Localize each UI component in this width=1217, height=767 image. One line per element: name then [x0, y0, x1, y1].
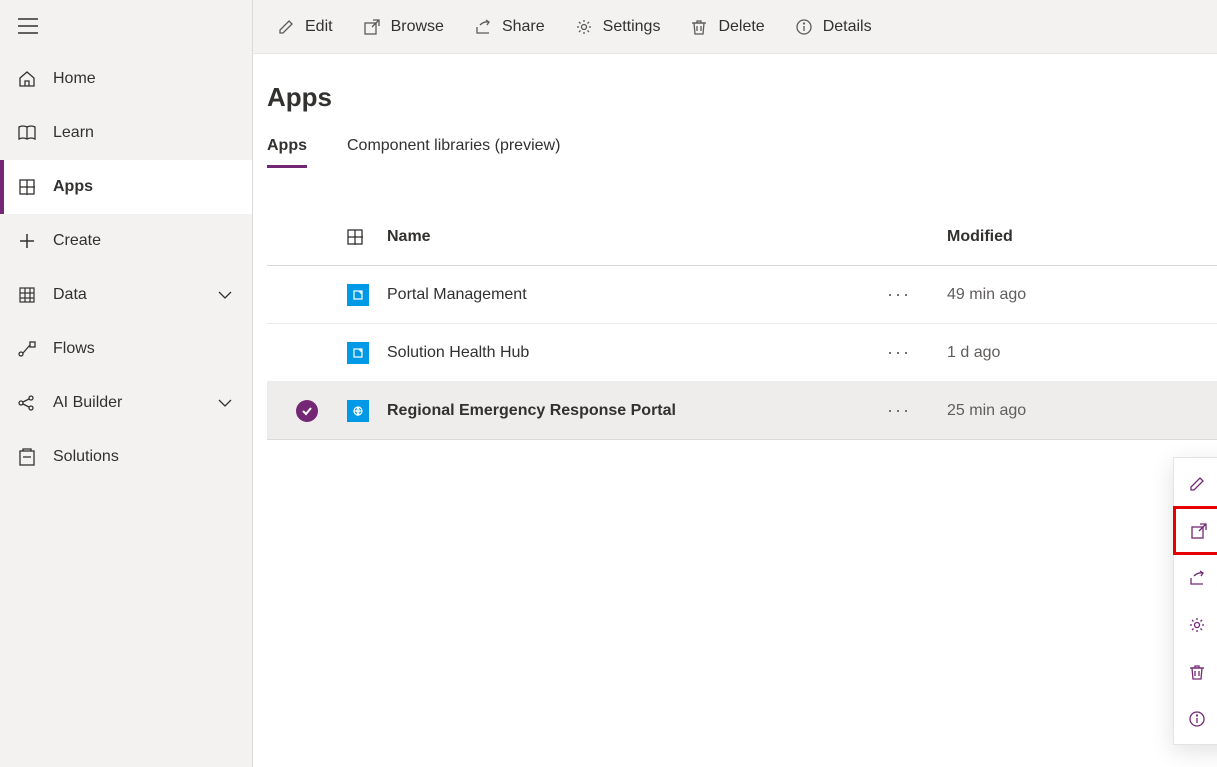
edit-icon: [277, 18, 295, 36]
app-name: Regional Emergency Response Portal: [387, 402, 887, 420]
sidebar-item-data[interactable]: Data: [0, 268, 252, 322]
app-type-icon: [347, 400, 369, 422]
app-name: Portal Management: [387, 286, 887, 304]
toolbar-delete-button[interactable]: Delete: [680, 7, 774, 47]
sidebar-item-label: AI Builder: [53, 394, 202, 412]
toolbar-label: Browse: [391, 18, 444, 36]
info-icon: [1188, 710, 1206, 728]
toolbar-edit-button[interactable]: Edit: [267, 7, 343, 47]
toolbar-settings-button[interactable]: Settings: [565, 7, 671, 47]
toolbar-browse-button[interactable]: Browse: [353, 7, 454, 47]
sidebar: Home Learn Apps Create Data: [0, 0, 253, 767]
toolbar-label: Details: [823, 18, 872, 36]
sidebar-item-label: Solutions: [53, 448, 252, 466]
sidebar-item-label: Flows: [53, 340, 252, 358]
context-menu-browse[interactable]: Browse: [1173, 506, 1217, 555]
page-title: Apps: [267, 82, 1217, 113]
toolbar-label: Share: [502, 18, 545, 36]
toolbar-label: Edit: [305, 18, 333, 36]
app-type-icon: [347, 342, 369, 364]
browse-icon: [1190, 522, 1208, 540]
tabs: Apps Component libraries (preview): [253, 137, 1217, 168]
info-icon: [795, 18, 813, 36]
toolbar-label: Delete: [718, 18, 764, 36]
tab-component-libraries[interactable]: Component libraries (preview): [347, 137, 560, 168]
sidebar-item-label: Apps: [53, 178, 252, 196]
sidebar-item-flows[interactable]: Flows: [0, 322, 252, 376]
book-icon: [17, 123, 37, 143]
type-column-header[interactable]: [347, 229, 387, 245]
ai-icon: [17, 393, 37, 413]
toolbar: Edit Browse Share Settings: [253, 0, 1217, 54]
app-modified: 25 min ago: [947, 402, 1217, 420]
gear-icon: [1188, 616, 1206, 634]
table-row[interactable]: Portal Management ··· 49 min ago: [267, 266, 1217, 324]
sidebar-item-ai-builder[interactable]: AI Builder: [0, 376, 252, 430]
row-more-button[interactable]: ···: [887, 400, 947, 421]
chevron-down-icon: [218, 399, 232, 407]
context-menu-settings[interactable]: Settings: [1174, 601, 1217, 648]
main-content: Edit Browse Share Settings: [253, 0, 1217, 767]
context-menu-share[interactable]: Share: [1174, 554, 1217, 601]
context-menu: Edit Browse Share Settings: [1173, 457, 1217, 745]
share-icon: [1188, 569, 1206, 587]
trash-icon: [1188, 663, 1206, 681]
trash-icon: [690, 18, 708, 36]
solutions-icon: [17, 447, 37, 467]
sidebar-item-label: Create: [53, 232, 252, 250]
sidebar-item-solutions[interactable]: Solutions: [0, 430, 252, 484]
plus-icon: [17, 231, 37, 251]
apps-table: Name Modified Portal Management ··· 49 m…: [253, 168, 1217, 440]
app-name: Solution Health Hub: [387, 344, 887, 362]
page-header: Apps: [253, 54, 1217, 137]
apps-icon: [17, 177, 37, 197]
row-more-button[interactable]: ···: [887, 284, 947, 305]
sidebar-item-label: Data: [53, 286, 202, 304]
row-more-button[interactable]: ···: [887, 342, 947, 363]
share-icon: [474, 18, 492, 36]
sidebar-item-create[interactable]: Create: [0, 214, 252, 268]
sidebar-item-apps[interactable]: Apps: [0, 160, 252, 214]
browse-icon: [363, 18, 381, 36]
selected-check-icon[interactable]: [296, 400, 318, 422]
edit-icon: [1188, 475, 1206, 493]
home-icon: [17, 69, 37, 89]
table-header: Name Modified: [267, 208, 1217, 266]
sidebar-item-learn[interactable]: Learn: [0, 106, 252, 160]
sidebar-item-label: Learn: [53, 124, 252, 142]
name-column-header[interactable]: Name: [387, 228, 887, 246]
flows-icon: [17, 339, 37, 359]
tab-apps[interactable]: Apps: [267, 137, 307, 168]
hamburger-menu[interactable]: [0, 0, 252, 52]
sidebar-item-home[interactable]: Home: [0, 52, 252, 106]
sidebar-item-label: Home: [53, 70, 252, 88]
context-menu-edit[interactable]: Edit: [1174, 460, 1217, 507]
table-row[interactable]: Solution Health Hub ··· 1 d ago: [267, 324, 1217, 382]
grid-icon: [17, 285, 37, 305]
toolbar-details-button[interactable]: Details: [785, 7, 882, 47]
app-type-icon: [347, 284, 369, 306]
modified-column-header[interactable]: Modified: [947, 228, 1217, 246]
app-modified: 1 d ago: [947, 344, 1217, 362]
menu-icon: [18, 16, 38, 36]
toolbar-label: Settings: [603, 18, 661, 36]
gear-icon: [575, 18, 593, 36]
context-menu-details[interactable]: Details: [1174, 695, 1217, 742]
toolbar-share-button[interactable]: Share: [464, 7, 555, 47]
app-modified: 49 min ago: [947, 286, 1217, 304]
chevron-down-icon: [218, 291, 232, 299]
context-menu-delete[interactable]: Delete: [1174, 648, 1217, 695]
table-row[interactable]: Regional Emergency Response Portal ··· 2…: [267, 382, 1217, 440]
